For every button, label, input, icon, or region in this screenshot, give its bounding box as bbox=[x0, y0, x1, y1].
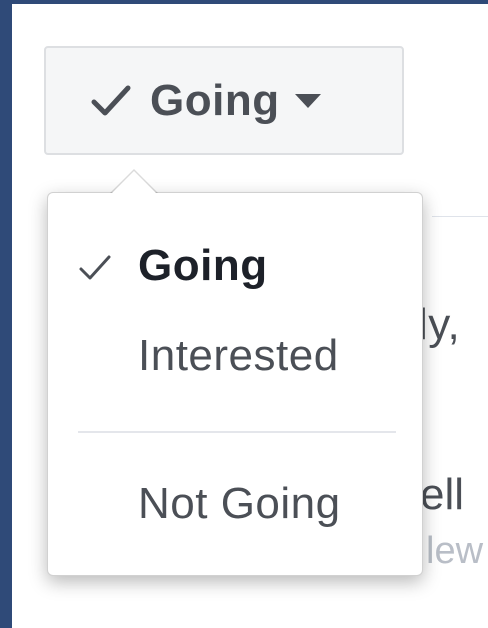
rsvp-going-button[interactable]: Going bbox=[44, 46, 404, 155]
rsvp-button-label: Going bbox=[150, 75, 280, 125]
background-text-fragment-2: ell bbox=[420, 470, 465, 519]
menu-item-label: Going bbox=[138, 241, 268, 290]
rsvp-dropdown-menu: Going Interested Not Going bbox=[47, 169, 423, 576]
background-text-fragment-1: ly, bbox=[418, 300, 461, 349]
menu-item-going[interactable]: Going bbox=[48, 225, 422, 305]
menu-item-interested[interactable]: Interested bbox=[48, 315, 422, 395]
menu-separator bbox=[78, 431, 396, 433]
menu-item-label: Interested bbox=[138, 331, 339, 380]
background-text-fragment-3: lew bbox=[426, 530, 484, 572]
dropdown-beak bbox=[110, 169, 158, 193]
menu-item-label: Not Going bbox=[138, 479, 341, 528]
menu-item-not-going[interactable]: Not Going bbox=[48, 463, 422, 543]
caret-down-icon bbox=[294, 93, 321, 108]
check-icon bbox=[91, 85, 131, 115]
check-icon bbox=[79, 255, 111, 280]
background-divider bbox=[432, 216, 488, 217]
